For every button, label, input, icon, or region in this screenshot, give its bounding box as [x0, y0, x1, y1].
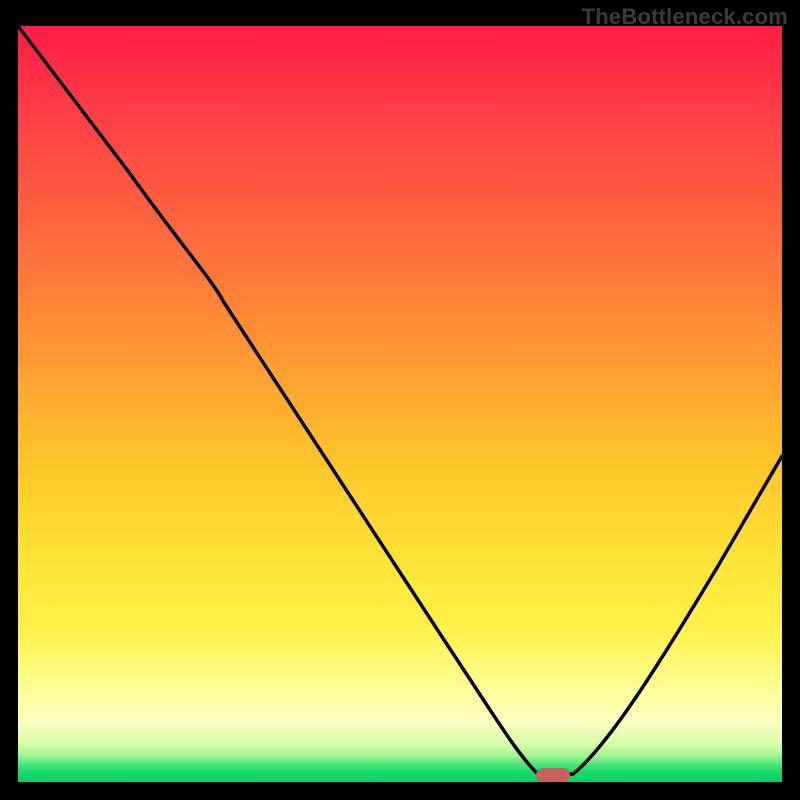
watermark-text: TheBottleneck.com [582, 4, 788, 30]
curve-path [18, 26, 782, 774]
plot-area [18, 26, 782, 782]
optimal-point-marker [536, 768, 570, 782]
chart-frame: TheBottleneck.com [0, 0, 800, 800]
bottleneck-curve [18, 26, 782, 782]
